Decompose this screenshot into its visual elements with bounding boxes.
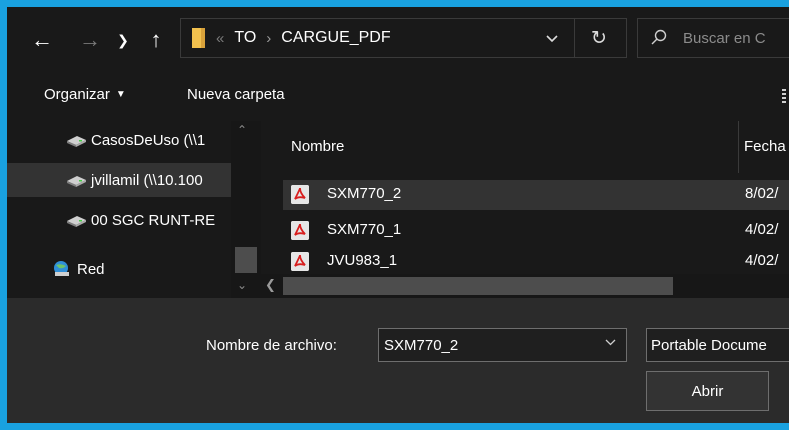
address-divider: [574, 19, 575, 57]
scrollbar-thumb[interactable]: [235, 247, 257, 273]
network-drive-icon: [65, 214, 87, 227]
scrollbar-thumb[interactable]: [283, 277, 673, 295]
open-button[interactable]: Abrir: [646, 371, 769, 411]
chevron-down-icon[interactable]: ❯: [113, 27, 133, 53]
folder-icon: [192, 28, 205, 48]
sidebar-item-label: Red: [77, 260, 105, 278]
file-list: Nombre Fecha SXM770_2 8/02/ SXM770_1 4/0…: [261, 121, 789, 298]
network-drive-icon: [65, 134, 87, 147]
file-open-dialog: ← → ❯ ↑ « TO › CARGUE_PDF ↻ Buscar en C …: [7, 7, 789, 423]
scroll-left-icon[interactable]: ❮: [265, 277, 276, 293]
organize-label: Organizar: [44, 86, 110, 103]
sidebar-item-label: CasosDeUso (\\1: [91, 131, 206, 149]
address-history-dropdown[interactable]: [539, 28, 565, 50]
breadcrumb: « TO › CARGUE_PDF: [216, 29, 391, 47]
breadcrumb-separator[interactable]: ›: [266, 30, 271, 47]
chevron-down-icon: [546, 35, 558, 43]
file-date: 4/02/: [745, 221, 779, 238]
sidebar-item-label: jvillamil (\\10.100: [91, 171, 203, 189]
file-name: SXM770_1: [327, 221, 402, 238]
network-drive-icon: [65, 174, 87, 187]
refresh-icon: ↻: [591, 27, 607, 49]
dialog-footer: Nombre de archivo: SXM770_2 Portable Doc…: [7, 298, 789, 423]
sidebar-item-red[interactable]: Red: [7, 252, 231, 286]
pdf-icon: [291, 221, 309, 240]
file-date: 8/02/: [745, 185, 779, 202]
chevron-down-icon[interactable]: [605, 337, 616, 349]
address-bar[interactable]: « TO › CARGUE_PDF ↻: [180, 18, 627, 58]
new-folder-button[interactable]: Nueva carpeta: [187, 86, 285, 103]
address-row: ← → ❯ ↑ « TO › CARGUE_PDF ↻ Buscar en C: [7, 7, 789, 71]
navigation-scrollbar[interactable]: ⌃ ⌄: [231, 121, 261, 298]
breadcrumb-item-cargue-pdf[interactable]: CARGUE_PDF: [281, 29, 390, 47]
file-row[interactable]: SXM770_2 8/02/: [283, 180, 789, 210]
file-type-value: Portable Docume: [651, 337, 767, 354]
file-row[interactable]: JVU983_1 4/02/: [283, 247, 789, 277]
filename-value: SXM770_2: [384, 337, 459, 354]
arrow-right-icon[interactable]: →: [77, 27, 103, 53]
filename-input[interactable]: SXM770_2: [378, 328, 627, 362]
arrow-left-icon[interactable]: ←: [29, 27, 55, 53]
sidebar-item-sgc-runt[interactable]: 00 SGC RUNT-RE: [7, 203, 231, 237]
organize-button[interactable]: Organizar ▼: [44, 86, 126, 103]
view-options-icon[interactable]: [782, 89, 786, 103]
sidebar-item-jvillamil[interactable]: jvillamil (\\10.100: [7, 163, 231, 197]
column-header: Nombre Fecha: [261, 121, 789, 173]
scroll-up-icon[interactable]: ⌃: [237, 123, 247, 137]
search-box[interactable]: Buscar en C: [637, 18, 789, 58]
file-date: 4/02/: [745, 252, 779, 269]
filename-label: Nombre de archivo:: [206, 337, 337, 354]
column-header-name[interactable]: Nombre: [291, 138, 344, 155]
pdf-icon: [291, 252, 309, 271]
file-type-select[interactable]: Portable Docume: [646, 328, 789, 362]
search-input[interactable]: Buscar en C: [683, 30, 766, 47]
sidebar-item-label: 00 SGC RUNT-RE: [91, 211, 216, 229]
file-name: SXM770_2: [327, 185, 402, 202]
horizontal-scrollbar[interactable]: ❮: [261, 274, 789, 298]
pdf-icon: [291, 185, 309, 204]
file-row[interactable]: SXM770_1 4/02/: [283, 216, 789, 246]
caret-down-icon: ▼: [115, 89, 126, 100]
search-icon: [651, 29, 667, 45]
column-header-date[interactable]: Fecha: [744, 138, 786, 155]
column-divider[interactable]: [738, 121, 739, 173]
toolbar: Organizar ▼ Nueva carpeta: [7, 71, 789, 121]
refresh-button[interactable]: ↻: [586, 25, 612, 51]
breadcrumb-overflow[interactable]: «: [216, 30, 224, 47]
scroll-down-icon[interactable]: ⌄: [237, 278, 247, 292]
file-name: JVU983_1: [327, 252, 398, 269]
sidebar-item-casosdeuso[interactable]: CasosDeUso (\\1: [7, 123, 231, 157]
network-icon: [51, 260, 73, 278]
arrow-up-icon[interactable]: ↑: [143, 27, 169, 53]
breadcrumb-item-to[interactable]: TO: [234, 29, 256, 47]
navigation-pane: CasosDeUso (\\1 jvillamil (\\10.100 00 S…: [7, 121, 261, 298]
